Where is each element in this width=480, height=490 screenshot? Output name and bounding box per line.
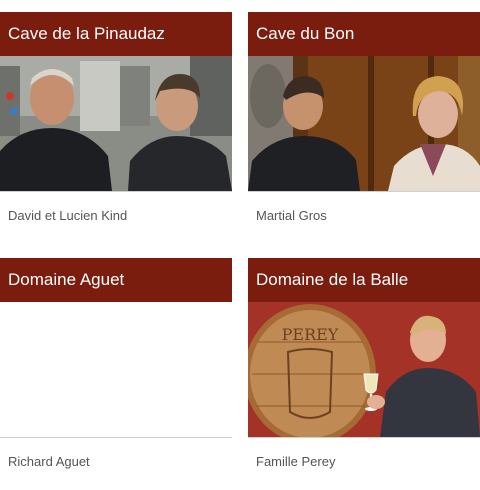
card-title[interactable]: Domaine de la Balle xyxy=(248,258,480,302)
card-divider xyxy=(248,191,480,192)
card-divider xyxy=(0,191,232,192)
card-title[interactable]: Cave de la Pinaudaz xyxy=(0,12,232,56)
producer-card[interactable]: Domaine de la Balle PEREY Famille Perey xyxy=(248,258,480,490)
card-divider xyxy=(0,437,232,438)
couple-by-barrels-photo[interactable] xyxy=(248,56,480,191)
card-caption: Martial Gros xyxy=(256,208,327,223)
man-with-barrel-photo[interactable]: PEREY xyxy=(248,302,480,437)
card-caption: David et Lucien Kind xyxy=(8,208,128,223)
producer-card[interactable]: Cave de la Pinaudaz David et Lucien Kind xyxy=(0,12,232,244)
card-title[interactable]: Domaine Aguet xyxy=(0,258,232,302)
barrel-engraving: PEREY xyxy=(282,325,339,344)
card-title[interactable]: Cave du Bon xyxy=(248,12,480,56)
producer-card[interactable]: Cave du Bon Martial Gros xyxy=(248,12,480,244)
winemakers-in-cellar-photo[interactable] xyxy=(0,56,232,191)
card-caption: Richard Aguet xyxy=(8,454,90,469)
producer-card[interactable]: Domaine Aguet Richard Aguet xyxy=(0,258,232,490)
card-caption: Famille Perey xyxy=(256,454,336,469)
empty-photo-placeholder[interactable] xyxy=(0,302,232,437)
card-divider xyxy=(248,437,480,438)
